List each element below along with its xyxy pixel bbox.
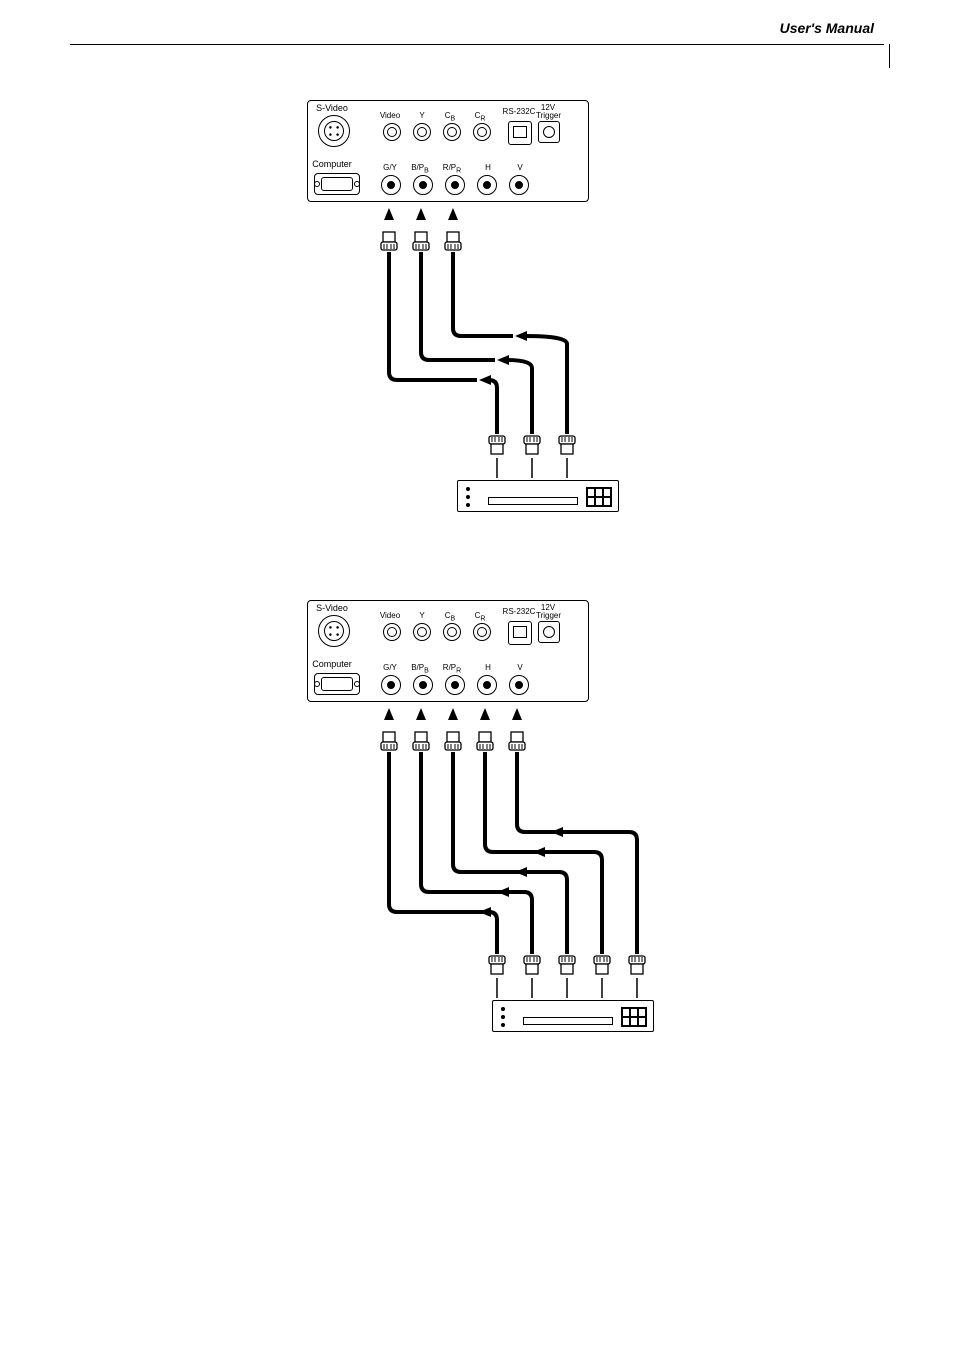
label-computer: Computer [312,659,352,669]
label-v: V [508,663,532,672]
port-cr [473,123,491,141]
port-rpr [445,675,465,695]
label-rpr: R/PR [440,663,464,675]
label-rpr: R/PR [440,163,464,175]
diagram-5-cable: S-Video Computer Video Y CB CR RS-232C 1… [307,600,647,1052]
port-vga [314,173,360,195]
projector-panel-top: S-Video Computer Video Y CB CR RS-232C 1… [307,100,589,202]
port-trigger [538,121,560,143]
port-h [477,175,497,195]
label-video: Video [378,111,402,120]
diagram-3-cable: S-Video Computer Video Y CB CR RS-232C 1… [307,100,647,532]
header-rule [70,44,884,45]
port-rs232 [508,621,532,645]
label-svideo: S-Video [312,103,352,113]
port-rs232 [508,121,532,145]
label-h: H [476,663,500,672]
port-gy [381,175,401,195]
port-bpb [413,675,433,695]
port-bpb [413,175,433,195]
label-trigger: Trigger [536,611,560,620]
label-computer: Computer [312,159,352,169]
port-trigger [538,621,560,643]
port-video [383,623,401,641]
port-video [383,123,401,141]
label-rs232: RS-232C [502,607,536,616]
port-h [477,675,497,695]
cable-area-5 [307,702,647,1052]
source-device-top [457,480,619,512]
label-h: H [476,163,500,172]
header-manual-title: User's Manual [780,20,874,36]
port-v [509,675,529,695]
label-y: Y [410,611,434,620]
port-svideo [318,115,350,147]
port-gy [381,675,401,695]
port-y-comp [413,623,431,641]
port-cb [443,623,461,641]
cable-area-3 [307,202,647,532]
port-v [509,175,529,195]
port-cr [473,623,491,641]
source-device-bottom [492,1000,654,1032]
port-vga [314,673,360,695]
label-rs232: RS-232C [502,107,536,116]
label-cr: CR [468,111,492,123]
label-svideo: S-Video [312,603,352,613]
label-video: Video [378,611,402,620]
label-cr: CR [468,611,492,623]
label-y: Y [410,111,434,120]
port-svideo [318,615,350,647]
header-tick [889,44,890,68]
label-trigger: Trigger [536,111,560,120]
port-cb [443,123,461,141]
label-gy: G/Y [378,163,402,172]
port-rpr [445,175,465,195]
label-v: V [508,163,532,172]
label-cb: CB [438,111,462,123]
port-y-comp [413,123,431,141]
label-bpb: B/PB [408,663,432,675]
label-gy: G/Y [378,663,402,672]
projector-panel-bottom: S-Video Computer Video Y CB CR RS-232C 1… [307,600,589,702]
label-cb: CB [438,611,462,623]
label-bpb: B/PB [408,163,432,175]
